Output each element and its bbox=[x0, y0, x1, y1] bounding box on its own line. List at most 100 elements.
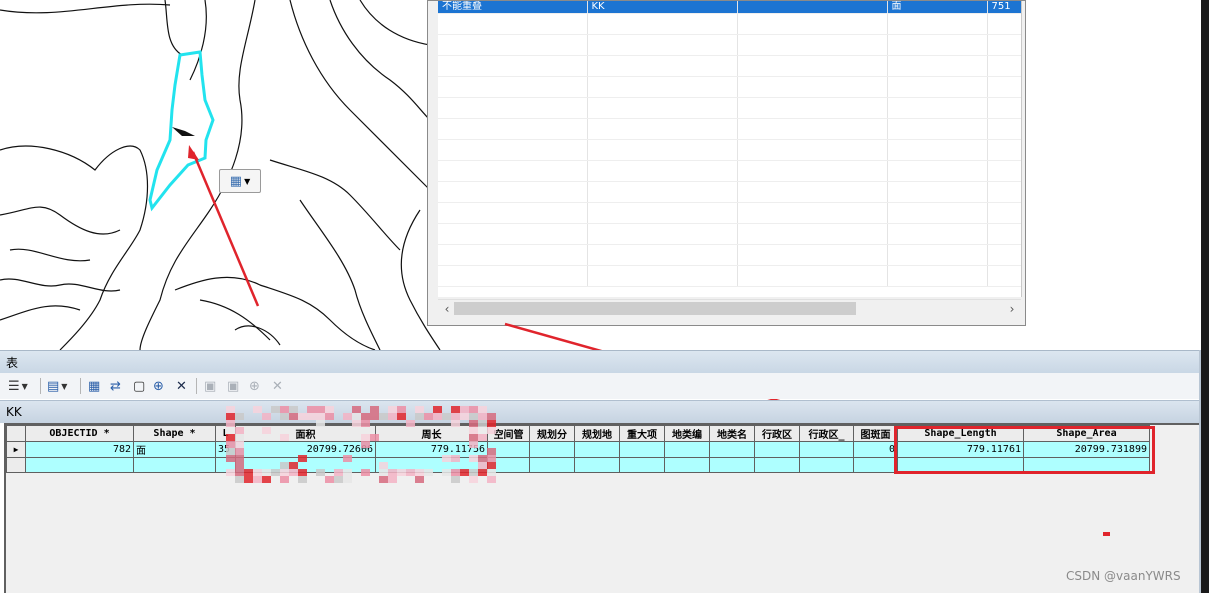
mosaic-pixel bbox=[253, 406, 262, 413]
copy-button[interactable]: ▣ bbox=[204, 377, 216, 395]
table-options-button[interactable]: ☰ ▼ bbox=[8, 377, 28, 395]
mosaic-pixel bbox=[469, 455, 478, 462]
related-tables-button[interactable]: ▤ ▼ bbox=[47, 377, 67, 395]
table-cell[interactable] bbox=[574, 441, 620, 458]
highlight-box-shape-fields bbox=[894, 426, 1155, 474]
table-cell[interactable] bbox=[799, 457, 854, 473]
mosaic-pixel bbox=[451, 476, 460, 483]
table-cell[interactable] bbox=[619, 441, 665, 458]
delete-icon: ✕ bbox=[272, 378, 283, 394]
table-cell[interactable] bbox=[754, 457, 800, 473]
toolbar-separator bbox=[80, 378, 81, 394]
toolbar-separator bbox=[196, 378, 197, 394]
row-selector[interactable] bbox=[6, 457, 26, 473]
copy-icon: ▣ bbox=[204, 378, 217, 394]
mosaic-pixel bbox=[262, 476, 271, 483]
mosaic-pixel bbox=[478, 434, 487, 441]
column-header[interactable]: 规划地 bbox=[574, 425, 620, 442]
mosaic-pixel bbox=[235, 441, 244, 448]
mosaic-pixel bbox=[280, 462, 289, 469]
mosaic-pixel bbox=[388, 469, 397, 476]
red-mark bbox=[1103, 532, 1110, 536]
column-header[interactable]: OBJECTID * bbox=[25, 425, 134, 442]
table-cell[interactable] bbox=[25, 457, 134, 473]
table-cell[interactable] bbox=[709, 441, 755, 458]
row-selector-icon[interactable]: ▶ bbox=[6, 441, 26, 458]
table-cell[interactable] bbox=[853, 457, 898, 473]
table-cell[interactable] bbox=[664, 441, 710, 458]
table-cell[interactable] bbox=[709, 457, 755, 473]
mosaic-pixel bbox=[487, 448, 496, 455]
mosaic-pixel bbox=[352, 420, 361, 427]
column-header[interactable]: Shape * bbox=[133, 425, 216, 442]
column-header[interactable]: 规划分 bbox=[529, 425, 575, 442]
table-cell[interactable] bbox=[619, 457, 665, 473]
mosaic-pixel bbox=[271, 469, 280, 476]
delete-selected-button[interactable]: ✕ bbox=[176, 377, 187, 395]
column-header[interactable]: 重大项 bbox=[619, 425, 665, 442]
mosaic-pixel bbox=[451, 469, 460, 476]
mosaic-pixel bbox=[379, 413, 388, 420]
column-header[interactable]: 地类名 bbox=[709, 425, 755, 442]
mosaic-pixel bbox=[307, 413, 316, 420]
mosaic-pixel bbox=[316, 413, 325, 420]
mosaic-pixel bbox=[343, 476, 352, 483]
mosaic-pixel bbox=[415, 469, 424, 476]
mosaic-pixel bbox=[361, 441, 370, 448]
mosaic-pixel bbox=[397, 406, 406, 413]
mosaic-pixel bbox=[460, 406, 469, 413]
mosaic-pixel bbox=[226, 441, 235, 448]
mosaic-pixel bbox=[469, 476, 478, 483]
table-tab-kk[interactable]: KK bbox=[6, 405, 22, 419]
delete-button[interactable]: ✕ bbox=[272, 377, 283, 395]
switch-selection-button[interactable]: ⇄ bbox=[110, 377, 121, 395]
mosaic-pixel bbox=[235, 413, 244, 420]
zoom-button[interactable]: ⊕ bbox=[249, 377, 260, 395]
mosaic-pixel bbox=[226, 434, 235, 441]
column-header[interactable]: 行政区_ bbox=[799, 425, 854, 442]
column-header[interactable]: 图斑面 bbox=[853, 425, 898, 442]
table-cell[interactable] bbox=[133, 457, 216, 473]
paste-button[interactable]: ▣ bbox=[227, 377, 239, 395]
mosaic-pixel bbox=[343, 413, 352, 420]
table-cell[interactable] bbox=[754, 441, 800, 458]
mosaic-pixel bbox=[478, 413, 487, 420]
mosaic-pixel bbox=[235, 448, 244, 455]
zoom-to-selected-icon: ⊕ bbox=[153, 378, 164, 394]
mosaic-pixel bbox=[361, 420, 370, 427]
mosaic-pixel bbox=[253, 476, 262, 483]
mosaic-pixel bbox=[262, 469, 271, 476]
mosaic-pixel bbox=[226, 448, 235, 455]
mosaic-pixel bbox=[280, 413, 289, 420]
chevron-down-icon: ▼ bbox=[61, 381, 68, 391]
mosaic-pixel bbox=[316, 420, 325, 427]
select-by-attributes-button[interactable]: ▦ bbox=[88, 377, 100, 395]
column-header[interactable]: 地类编 bbox=[664, 425, 710, 442]
table-cell[interactable]: 782 bbox=[25, 441, 134, 458]
table-cell[interactable] bbox=[529, 457, 575, 473]
table-cell[interactable] bbox=[574, 457, 620, 473]
paste-icon: ▣ bbox=[227, 378, 240, 394]
mosaic-pixel bbox=[235, 455, 244, 462]
table-cell[interactable]: 0 bbox=[853, 441, 898, 458]
mosaic-pixel bbox=[289, 406, 298, 413]
table-cell[interactable]: 面 bbox=[133, 441, 216, 458]
mosaic-pixel bbox=[388, 413, 397, 420]
table-cell[interactable] bbox=[529, 441, 575, 458]
table-cell[interactable] bbox=[664, 457, 710, 473]
column-header[interactable]: 行政区 bbox=[754, 425, 800, 442]
mosaic-pixel bbox=[487, 413, 496, 420]
mosaic-pixel bbox=[262, 427, 271, 434]
mosaic-pixel bbox=[370, 413, 379, 420]
mosaic-pixel bbox=[451, 420, 460, 427]
select-by-attributes-icon: ▦ bbox=[88, 378, 101, 394]
mosaic-pixel bbox=[460, 413, 469, 420]
table-cell[interactable] bbox=[799, 441, 854, 458]
mosaic-pixel bbox=[433, 413, 442, 420]
clear-selection-button[interactable]: ▢ bbox=[133, 377, 145, 395]
zoom-to-selected-button[interactable]: ⊕ bbox=[153, 377, 164, 395]
mosaic-pixel bbox=[442, 455, 451, 462]
delete-selected-icon: ✕ bbox=[176, 378, 187, 394]
table-panel-titlebar[interactable]: 表 bbox=[0, 350, 1201, 373]
mosaic-pixel bbox=[487, 469, 496, 476]
